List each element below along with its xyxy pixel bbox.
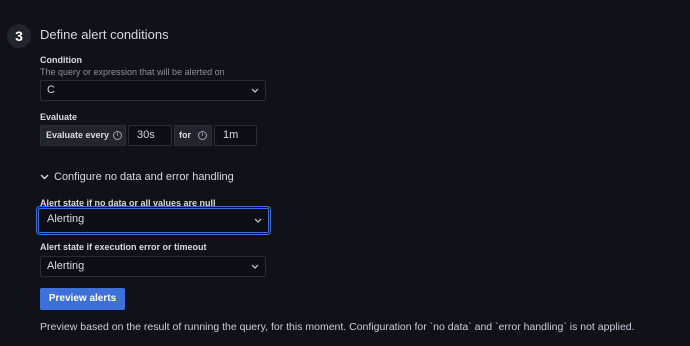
error-state-select[interactable]: Alerting: [40, 256, 266, 277]
preview-note: Preview based on the result of running t…: [40, 321, 635, 333]
chevron-down-icon: [253, 209, 262, 232]
condition-select-value: C: [47, 84, 55, 96]
error-state-label: Alert state if execution error or timeou…: [40, 242, 207, 252]
preview-alerts-button[interactable]: Preview alerts: [40, 288, 125, 310]
configure-no-data-toggle[interactable]: Configure no data and error handling: [40, 171, 234, 183]
configure-no-data-label: Configure no data and error handling: [54, 171, 234, 183]
info-icon[interactable]: i: [198, 131, 207, 140]
step-number-badge: 3: [7, 24, 31, 48]
no-data-state-select[interactable]: Alerting: [38, 208, 269, 233]
no-data-state-value: Alerting: [47, 213, 85, 225]
for-duration-input[interactable]: 1m: [214, 125, 257, 146]
evaluate-every-input[interactable]: 30s: [128, 125, 172, 146]
for-label: for i: [174, 125, 212, 146]
section-title: Define alert conditions: [40, 27, 169, 42]
info-icon[interactable]: i: [113, 131, 122, 140]
alert-conditions-panel: 3 Define alert conditions Condition The …: [0, 0, 690, 346]
error-state-value: Alerting: [47, 260, 85, 272]
condition-label: Condition: [40, 55, 82, 65]
chevron-down-icon: [250, 257, 259, 276]
condition-description: The query or expression that will be ale…: [40, 67, 225, 77]
chevron-down-icon: [40, 171, 49, 183]
condition-select[interactable]: C: [40, 80, 266, 101]
evaluate-every-label: Evaluate every i: [40, 125, 126, 146]
chevron-down-icon: [250, 81, 259, 100]
no-data-state-label: Alert state if no data or all values are…: [40, 198, 216, 208]
evaluate-label: Evaluate: [40, 112, 78, 122]
